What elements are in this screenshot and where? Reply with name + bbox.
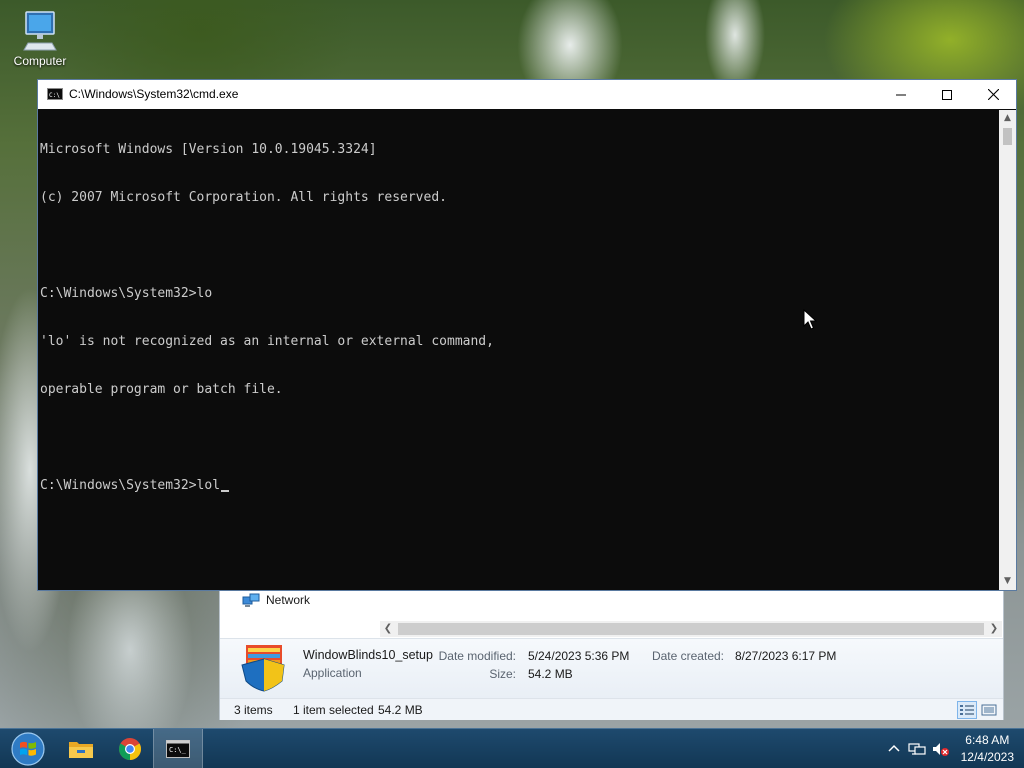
size-value: 54.2 MB — [528, 667, 573, 681]
scrollbar-thumb[interactable] — [1003, 128, 1012, 145]
scroll-up-icon[interactable]: ▲ — [999, 110, 1016, 127]
volume-muted-icon[interactable] — [932, 741, 950, 757]
file-type: Application — [303, 666, 362, 680]
cmd-window-title: C:\Windows\System32\cmd.exe — [69, 87, 239, 101]
console-output[interactable]: Microsoft Windows [Version 10.0.19045.33… — [40, 110, 998, 590]
console-input-line[interactable]: C:\Windows\System32>lol — [40, 478, 998, 494]
system-tray — [886, 729, 950, 768]
date-modified-value: 5/24/2023 5:36 PM — [528, 649, 630, 663]
date-modified-label: Date modified: — [438, 649, 516, 663]
text-cursor — [221, 490, 230, 492]
maximize-icon — [942, 89, 952, 100]
details-pane: WindowBlinds10_setup Application Date mo… — [220, 638, 1003, 698]
clock-time: 6:48 AM — [965, 733, 1010, 747]
details-view-icon — [960, 705, 974, 715]
console-line: 'lo' is not recognized as an internal or… — [40, 334, 494, 349]
scrollbar-thumb[interactable] — [398, 623, 984, 635]
computer-icon — [22, 10, 58, 52]
status-selected: 1 item selected — [293, 703, 374, 717]
file-explorer-icon — [69, 742, 93, 758]
vertical-scrollbar[interactable]: ▲ ▼ — [999, 110, 1016, 590]
console-line: operable program or batch file. — [40, 382, 283, 397]
status-item-count: 3 items — [234, 703, 273, 717]
cmd-icon: C:\ — [47, 88, 63, 100]
scroll-right-icon[interactable]: ❯ — [986, 621, 1002, 637]
cmd-window[interactable]: C:\ C:\Windows\System32\cmd.exe Microsof… — [37, 79, 1017, 591]
taskbar-cmd[interactable]: C:\_ — [153, 729, 203, 768]
scroll-left-icon[interactable]: ❮ — [380, 621, 396, 637]
nav-item-label: Network — [266, 593, 311, 607]
console-line: Microsoft Windows [Version 10.0.19045.33… — [40, 142, 377, 157]
taskbar-clock[interactable]: 6:48 AM 12/4/2023 — [961, 732, 1014, 766]
horizontal-scrollbar[interactable]: ❮ ❯ — [380, 621, 1002, 637]
preview-view-icon — [981, 704, 997, 716]
close-icon — [987, 89, 999, 100]
clock-date: 12/4/2023 — [960, 750, 1014, 764]
taskbar-chrome[interactable] — [105, 729, 155, 768]
scroll-down-icon[interactable]: ▼ — [999, 573, 1016, 590]
cmd-title-bar[interactable]: C:\ C:\Windows\System32\cmd.exe — [38, 80, 1016, 109]
cmd-icon: C:\_ — [166, 740, 190, 758]
preview-view-button[interactable] — [979, 701, 999, 719]
status-selected-size: 54.2 MB — [378, 703, 423, 717]
network-icon — [242, 593, 260, 607]
minimize-button[interactable] — [878, 80, 924, 109]
size-label: Size: — [489, 667, 516, 681]
start-button[interactable] — [2, 729, 54, 768]
network-icon[interactable] — [908, 741, 926, 757]
date-created-label: Date created: — [651, 649, 724, 663]
chrome-icon — [119, 738, 141, 760]
maximize-button[interactable] — [924, 80, 970, 109]
windows-start-icon — [11, 732, 45, 766]
taskbar-file-explorer[interactable] — [56, 729, 106, 768]
date-created-value: 8/27/2023 6:17 PM — [735, 649, 837, 663]
console-line: C:\Windows\System32>lo — [40, 286, 213, 301]
console-prompt: C:\Windows\System32> — [40, 478, 197, 493]
status-bar: 3 items 1 item selected 54.2 MB — [220, 698, 1003, 720]
desktop-icon-label: Computer — [13, 54, 67, 68]
show-hidden-icons-chevron[interactable] — [886, 741, 902, 757]
console-line: (c) 2007 Microsoft Corporation. All righ… — [40, 190, 447, 205]
details-view-button[interactable] — [957, 701, 977, 719]
close-button[interactable] — [970, 80, 1016, 109]
console-current-input[interactable]: lol — [197, 478, 220, 493]
desktop-icon-computer[interactable]: Computer — [8, 6, 72, 68]
svg-text:C:\_: C:\_ — [169, 746, 187, 754]
explorer-window: Network ❮ ❯ WindowBlinds10_setup Applica… — [219, 586, 1004, 720]
windowblinds-app-icon — [238, 643, 288, 693]
nav-item-network[interactable]: Network — [242, 593, 310, 607]
minimize-icon — [896, 94, 906, 95]
mouse-pointer-icon — [803, 309, 817, 330]
svg-text:C:\: C:\ — [49, 92, 60, 99]
taskbar: C:\_ 6:48 AM 12/4/2023 — [0, 728, 1024, 768]
